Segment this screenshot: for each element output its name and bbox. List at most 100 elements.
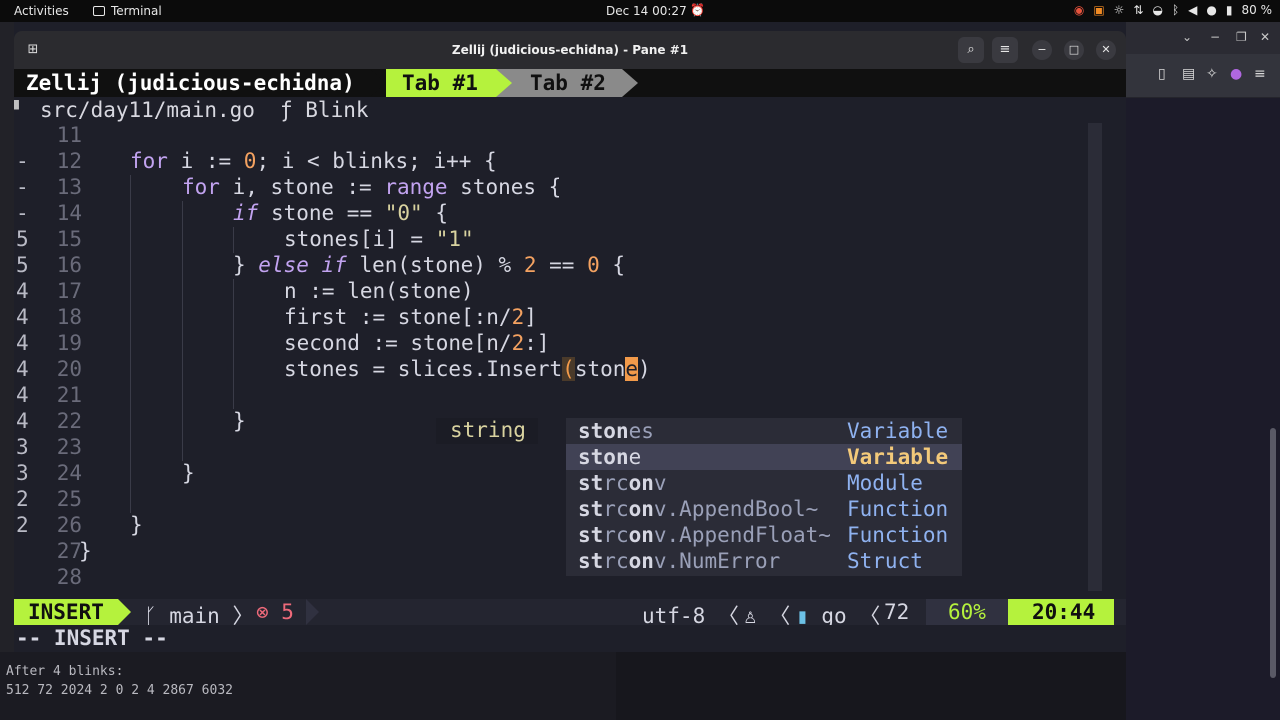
- code-text: if stone == "0" {: [233, 201, 448, 225]
- app-name: Terminal: [111, 4, 162, 18]
- status-line: INSERT ᚴ main 〉 ⊗ 5 utf-8 〈 ♙ 〈 ▮ go 〈 7…: [14, 599, 1126, 628]
- recording-icon: ◉: [1073, 3, 1085, 17]
- window-titlebar[interactable]: ⊞ Zellij (judicious-echidna) - Pane #1 ⌕…: [14, 31, 1126, 69]
- gutter-sign: 4: [16, 409, 29, 433]
- completion-item[interactable]: strconv.NumError Struct: [566, 548, 962, 574]
- menu-icon[interactable]: ≡: [1254, 66, 1266, 82]
- code-line: 4 20 stones = slices.Insert(stone): [14, 357, 1114, 383]
- close-button[interactable]: ✕: [1096, 40, 1116, 60]
- system-tray[interactable]: ◉ ▣ ☼ ⇅ ◒ ᛒ ◀ ● ▮ 80 %: [1074, 3, 1272, 17]
- output-line: After 4 blinks:: [6, 664, 124, 679]
- code-text: }: [233, 409, 246, 433]
- line-number: 19: [56, 331, 82, 355]
- tab-1-arrow: [496, 69, 514, 97]
- indent-guide: [130, 201, 131, 227]
- gutter-sign: 2: [16, 487, 29, 511]
- code-text: n := len(stone): [284, 279, 474, 303]
- completion-menu[interactable]: stones Variable stone Variable strconv M…: [566, 418, 962, 576]
- line-number: 26: [56, 513, 82, 537]
- background-browser-window: ⌄ − ❐ ✕ ▯ ▤ ✧ ● ≡: [1126, 22, 1280, 720]
- type-hint: string: [436, 418, 538, 444]
- code-text: }: [130, 513, 143, 537]
- completion-kind: Function: [847, 523, 949, 547]
- code-text: for i := 0; i < blinks; i++ {: [130, 149, 497, 173]
- minimize-button[interactable]: −: [1032, 40, 1052, 60]
- browser-toolbar: ▯ ▤ ✧ ● ≡: [1126, 54, 1280, 98]
- completion-kind: Variable: [847, 419, 949, 443]
- mode-arrow: [118, 599, 131, 625]
- activities-button[interactable]: Activities: [14, 4, 69, 18]
- gutter-sign: 4: [16, 331, 29, 355]
- close-icon[interactable]: ✕: [1260, 30, 1270, 44]
- reader-icon[interactable]: ▤: [1182, 66, 1195, 82]
- line-number: 17: [56, 279, 82, 303]
- indent-guide: [130, 331, 131, 357]
- profile-icon[interactable]: ●: [1230, 66, 1242, 82]
- gutter-sign: 5: [16, 253, 29, 277]
- indent-guide: [233, 305, 234, 331]
- editor-scrollbar[interactable]: [1088, 123, 1102, 591]
- completion-kind: Variable: [847, 445, 949, 469]
- gutter-sign: -: [16, 201, 29, 225]
- system-top-bar: Activities Terminal Dec 14 00:27 ⏰ ◉ ▣ ☼…: [0, 0, 1280, 22]
- tab-1[interactable]: Tab #1: [386, 69, 496, 97]
- line-number: 20: [56, 357, 82, 381]
- indent-guide: [182, 435, 183, 461]
- chevron-down-icon[interactable]: ⌄: [1182, 30, 1192, 44]
- completion-item[interactable]: strconv Module: [566, 470, 962, 496]
- line-number: 23: [56, 435, 82, 459]
- file-path: src/day11/main.go: [40, 98, 255, 122]
- code-line: 5 16 } else if len(stone) % 2 == 0 {: [14, 253, 1114, 279]
- clock[interactable]: Dec 14 00:27: [606, 4, 687, 18]
- line-number: 27: [56, 539, 82, 563]
- sidebar-icon[interactable]: ▯: [1158, 66, 1166, 82]
- indent-guide: [182, 331, 183, 357]
- volume-icon: ◀: [1188, 3, 1198, 17]
- gutter-sign: 2: [16, 513, 29, 537]
- line-count: 72: [884, 600, 910, 624]
- output-line: 512 72 2024 2 0 2 4 2867 6032: [6, 683, 233, 698]
- restore-icon[interactable]: ❐: [1236, 30, 1247, 44]
- text-cursor: e: [625, 357, 639, 381]
- search-icon[interactable]: ⌕: [958, 37, 984, 63]
- code-text: stones[i] = "1": [284, 227, 474, 251]
- minimize-icon[interactable]: −: [1210, 30, 1220, 44]
- indent-guide: [130, 435, 131, 461]
- code-text: }: [182, 461, 195, 485]
- code-line: 5 15 stones[i] = "1": [14, 227, 1114, 253]
- indent-guide: [130, 227, 131, 253]
- code-text: first := stone[:n/2]: [284, 305, 537, 329]
- file-icon: ▘: [14, 100, 24, 119]
- completion-item-selected[interactable]: stone Variable: [566, 444, 962, 470]
- tab-2[interactable]: Tab #2: [514, 69, 622, 97]
- app-indicator-icon: ▣: [1093, 3, 1105, 17]
- scroll-percent: 60%: [926, 599, 1008, 625]
- code-line: 4 18 first := stone[:n/2]: [14, 305, 1114, 331]
- extensions-icon[interactable]: ✧: [1206, 66, 1218, 82]
- code-line: 11: [14, 123, 1114, 149]
- microphone-icon: ●: [1206, 3, 1217, 17]
- battery-percent: 80 %: [1241, 3, 1273, 17]
- completion-item[interactable]: strconv.AppendFloat~ Function: [566, 522, 962, 548]
- command-line[interactable]: -- INSERT --: [14, 625, 1126, 652]
- scrollbar[interactable]: [1270, 428, 1276, 678]
- indent-guide: [130, 409, 131, 435]
- gutter-sign: 4: [16, 279, 29, 303]
- gutter-sign: 3: [16, 435, 29, 459]
- maximize-button[interactable]: □: [1064, 40, 1084, 60]
- neovim-editor[interactable]: ▘ src/day11/main.go ƒ Blink 11 - 12 for …: [14, 97, 1126, 597]
- network-icon: ⇅: [1133, 3, 1144, 17]
- line-number: 12: [56, 149, 82, 173]
- completion-item[interactable]: strconv.AppendBool~ Function: [566, 496, 962, 522]
- background-terminal-output: After 4 blinks: 512 72 2024 2 0 2 4 2867…: [0, 652, 616, 720]
- app-menu[interactable]: Terminal: [93, 4, 162, 18]
- session-name: Zellij (judicious-echidna): [26, 71, 355, 95]
- brightness-icon: ☼: [1113, 3, 1125, 17]
- gutter-sign: 4: [16, 305, 29, 329]
- line-number: 11: [56, 123, 82, 147]
- gutter-sign: -: [16, 149, 29, 173]
- hamburger-menu-icon[interactable]: ≡: [992, 37, 1018, 63]
- background-window-bottom: [616, 652, 1126, 720]
- completion-item[interactable]: stones Variable: [566, 418, 962, 444]
- background-window-left: [0, 22, 14, 720]
